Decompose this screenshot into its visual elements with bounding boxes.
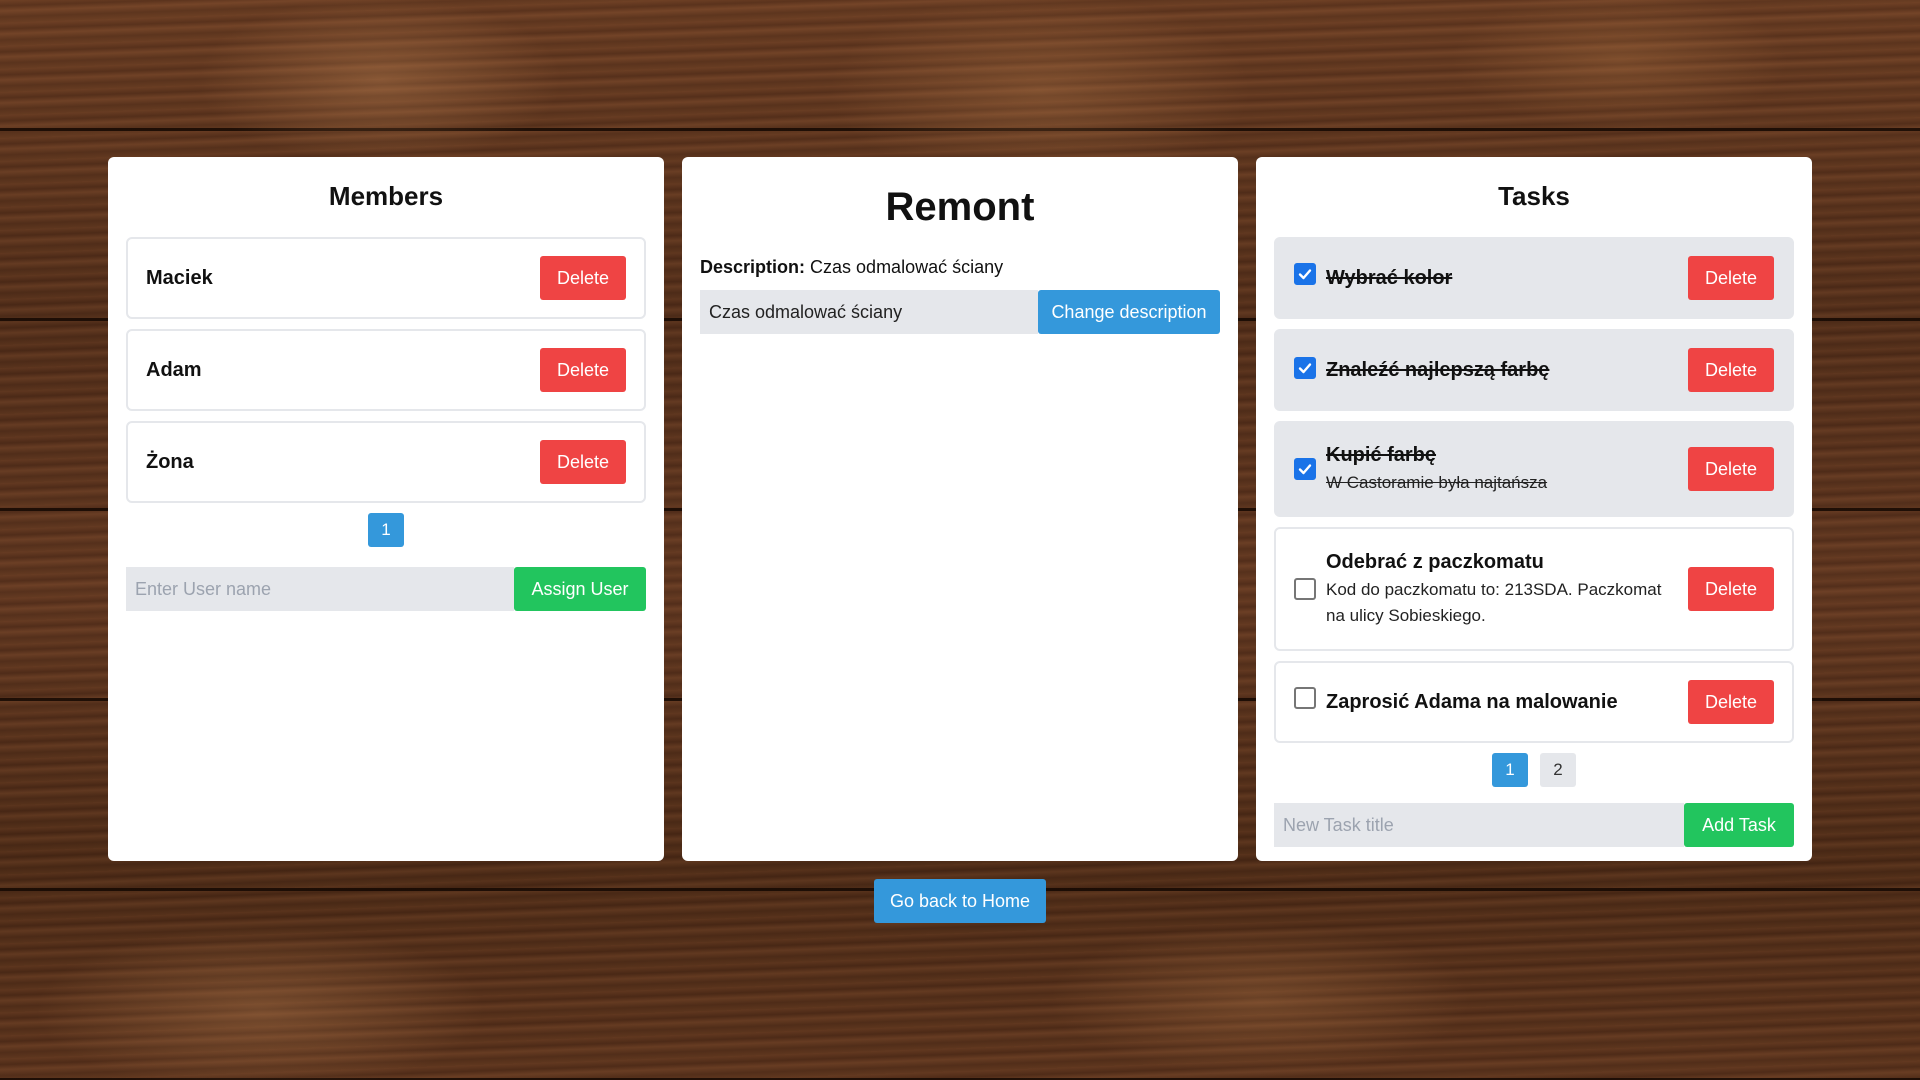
members-pagination: 1 (126, 513, 646, 547)
member-card: Maciek Delete (126, 237, 646, 319)
task-card: Zaprosić Adama na malowanie Delete (1274, 661, 1794, 743)
task-card: Znaleźć najlepszą farbę Delete (1274, 329, 1794, 411)
project-title: Remont (885, 185, 1035, 229)
tasks-page-2-button[interactable]: 2 (1540, 753, 1576, 787)
task-checkbox[interactable] (1294, 578, 1316, 600)
task-title: Odebrać z paczkomatu (1326, 551, 1544, 573)
task-body: Wybrać kolor (1326, 265, 1676, 291)
task-card: Wybrać kolor Delete (1274, 237, 1794, 319)
task-card: Kupić farbę W Castoramie była najtańsza … (1274, 421, 1794, 517)
member-card: Adam Delete (126, 329, 646, 411)
project-panel: Remont Description: Czas odmalować ścian… (682, 157, 1238, 861)
delete-task-button[interactable]: Delete (1688, 256, 1774, 300)
task-title: Kupić farbę (1326, 444, 1437, 466)
task-checkbox[interactable] (1294, 458, 1316, 480)
go-home-button[interactable]: Go back to Home (874, 879, 1046, 923)
delete-member-button[interactable]: Delete (540, 256, 626, 300)
checkmark-icon (1298, 464, 1312, 475)
task-body: Odebrać z paczkomatu Kod do paczkomatu t… (1326, 549, 1676, 629)
add-task-form: Add Task (1274, 803, 1794, 847)
delete-member-button[interactable]: Delete (540, 440, 626, 484)
task-description: W Castoramie była najtańsza (1326, 473, 1548, 492)
tasks-page-1-button[interactable]: 1 (1492, 753, 1528, 787)
task-title: Wybrać kolor (1326, 267, 1453, 289)
task-body: Znaleźć najlepszą farbę (1326, 357, 1676, 383)
change-description-button[interactable]: Change description (1038, 290, 1220, 334)
task-title: Zaprosić Adama na malowanie (1326, 691, 1618, 713)
task-title-input[interactable] (1274, 803, 1684, 847)
task-checkbox[interactable] (1294, 357, 1316, 379)
members-page-1-button[interactable]: 1 (368, 513, 404, 547)
delete-task-button[interactable]: Delete (1688, 567, 1774, 611)
delete-task-button[interactable]: Delete (1688, 447, 1774, 491)
description-label: Description: (700, 257, 806, 277)
assign-user-button[interactable]: Assign User (514, 567, 646, 611)
tasks-title: Tasks (1498, 181, 1570, 211)
members-panel: Members Maciek Delete Adam Delete Żona D… (108, 157, 664, 861)
member-card: Żona Delete (126, 421, 646, 503)
checkmark-icon (1298, 363, 1312, 374)
task-body: Kupić farbę W Castoramie była najtańsza (1326, 442, 1676, 496)
members-title: Members (328, 181, 444, 211)
tasks-pagination: 1 2 (1274, 753, 1794, 787)
description-input[interactable] (700, 290, 1038, 334)
change-description-form: Change description (700, 290, 1220, 334)
add-task-button[interactable]: Add Task (1684, 803, 1794, 847)
task-checkbox[interactable] (1294, 263, 1316, 285)
project-description: Description: Czas odmalować ściany (700, 257, 1220, 278)
delete-task-button[interactable]: Delete (1688, 348, 1774, 392)
task-title: Znaleźć najlepszą farbę (1326, 359, 1550, 381)
task-card: Odebrać z paczkomatu Kod do paczkomatu t… (1274, 527, 1794, 651)
checkmark-icon (1298, 269, 1312, 280)
task-checkbox[interactable] (1294, 687, 1316, 709)
assign-user-form: Assign User (126, 567, 646, 611)
task-description: Kod do paczkomatu to: 213SDA. Paczkomat … (1326, 580, 1662, 625)
description-text: Czas odmalować ściany (810, 257, 1004, 277)
member-name: Maciek (146, 266, 213, 289)
user-name-input[interactable] (126, 567, 514, 611)
task-body: Zaprosić Adama na malowanie (1326, 689, 1676, 715)
tasks-panel: Tasks Wybrać kolor Delete Znaleźć najlep… (1256, 157, 1812, 861)
delete-member-button[interactable]: Delete (540, 348, 626, 392)
delete-task-button[interactable]: Delete (1688, 680, 1774, 724)
member-name: Żona (146, 450, 194, 473)
member-name: Adam (146, 358, 202, 381)
